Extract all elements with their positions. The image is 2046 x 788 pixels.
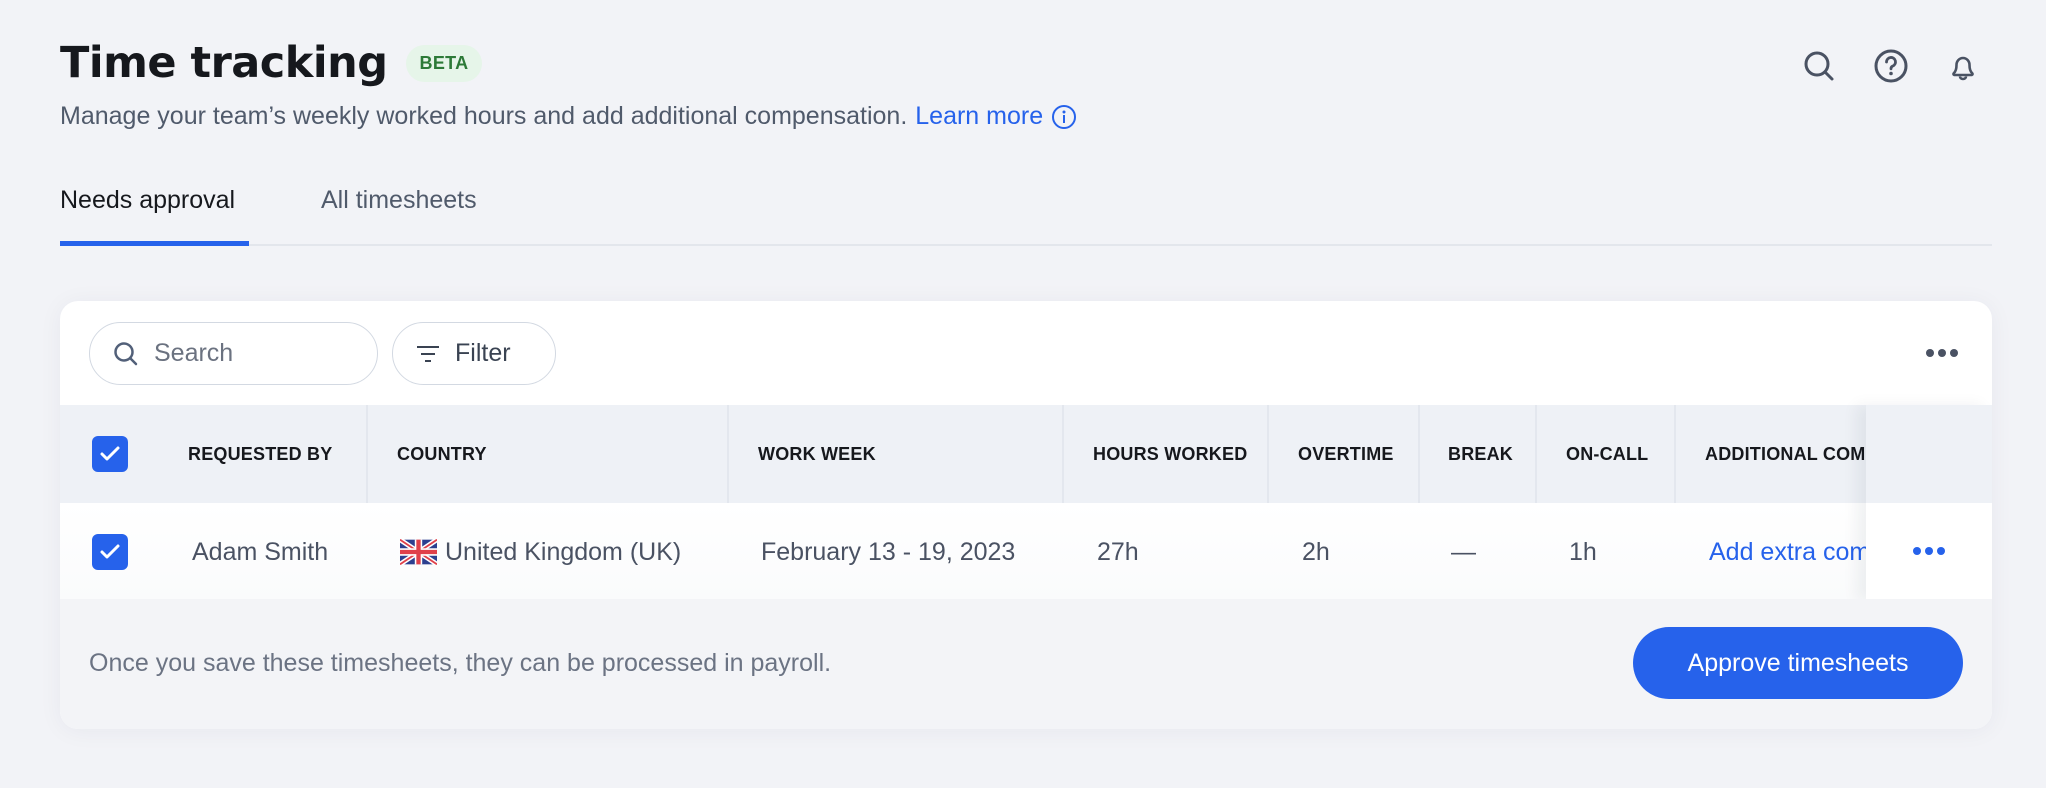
cell-requested-by: Adam Smith <box>192 537 329 566</box>
cell-break: — <box>1451 537 1476 566</box>
table-toolbar: Filter <box>60 301 1992 405</box>
add-extra-compensation-link[interactable]: Add extra compensation <box>1709 503 1869 601</box>
filter-label: Filter <box>455 339 511 367</box>
checkmark-icon <box>100 446 120 461</box>
search-field[interactable] <box>89 322 378 385</box>
help-icon[interactable] <box>1873 48 1909 84</box>
column-divider <box>727 405 729 503</box>
cell-hours-worked: 27h <box>1097 537 1139 566</box>
search-icon <box>114 341 138 365</box>
table-header: REQUESTED BY COUNTRY WORK WEEK HOURS WOR… <box>60 405 1992 503</box>
select-all-checkbox[interactable] <box>92 436 128 472</box>
column-header-additional-compensation[interactable]: ADDITIONAL COMPENSATION <box>1705 405 1865 503</box>
column-divider <box>1418 405 1420 503</box>
row-actions-column <box>1866 405 1992 601</box>
active-tab-indicator <box>60 241 249 246</box>
column-header-country[interactable]: COUNTRY <box>397 405 487 503</box>
column-header-break[interactable]: BREAK <box>1448 405 1513 503</box>
subtitle-text: Manage your team’s weekly worked hours a… <box>60 102 908 130</box>
country-name: United Kingdom (UK) <box>445 537 682 566</box>
column-divider <box>1535 405 1537 503</box>
column-divider <box>1267 405 1269 503</box>
uk-flag-icon <box>400 539 437 565</box>
cell-overtime: 2h <box>1302 537 1330 566</box>
more-options-icon[interactable] <box>1922 341 1962 365</box>
timesheets-card: Filter REQUESTED BY COUNTRY WORK WEEK HO… <box>60 301 1992 729</box>
row-more-options-icon[interactable] <box>1912 543 1946 559</box>
cell-work-week: February 13 - 19, 2023 <box>761 537 1016 566</box>
cell-on-call: 1h <box>1569 537 1597 566</box>
cell-country: United Kingdom (UK) <box>400 503 681 601</box>
notifications-bell-icon[interactable] <box>1945 48 1981 84</box>
beta-badge: BETA <box>405 44 483 82</box>
column-divider <box>1062 405 1064 503</box>
column-divider <box>1674 405 1676 503</box>
tab-all-timesheets[interactable]: All timesheets <box>321 186 477 215</box>
column-divider <box>366 405 368 503</box>
tab-bar: Needs approval All timesheets <box>60 180 1992 246</box>
column-header-hours-worked[interactable]: HOURS WORKED <box>1093 405 1247 503</box>
column-header-on-call[interactable]: ON-CALL <box>1566 405 1648 503</box>
checkmark-icon <box>100 544 120 559</box>
filter-button[interactable]: Filter <box>392 322 556 385</box>
row-actions-header <box>1866 405 1992 503</box>
page-subtitle: Manage your team’s weekly worked hours a… <box>60 102 1077 131</box>
card-footer: Once you save these timesheets, they can… <box>60 599 1992 729</box>
table-row[interactable]: Adam Smith United Kingdom (UK) February … <box>60 503 1992 601</box>
page-title: Time tracking <box>60 38 388 88</box>
search-icon[interactable] <box>1801 48 1837 84</box>
column-header-work-week[interactable]: WORK WEEK <box>758 405 876 503</box>
tab-needs-approval[interactable]: Needs approval <box>60 186 235 215</box>
column-header-requested-by[interactable]: REQUESTED BY <box>188 405 332 503</box>
row-checkbox[interactable] <box>92 534 128 570</box>
info-icon[interactable] <box>1051 104 1077 130</box>
search-input[interactable] <box>154 339 354 368</box>
column-header-overtime[interactable]: OVERTIME <box>1298 405 1394 503</box>
page-header: Time tracking BETA Manage your team’s we… <box>60 38 1077 131</box>
timesheets-table: REQUESTED BY COUNTRY WORK WEEK HOURS WOR… <box>60 405 1992 601</box>
filter-icon <box>417 345 439 362</box>
learn-more-link[interactable]: Learn more <box>915 102 1043 131</box>
approve-timesheets-button[interactable]: Approve timesheets <box>1633 627 1963 699</box>
footer-note: Once you save these timesheets, they can… <box>89 649 832 677</box>
